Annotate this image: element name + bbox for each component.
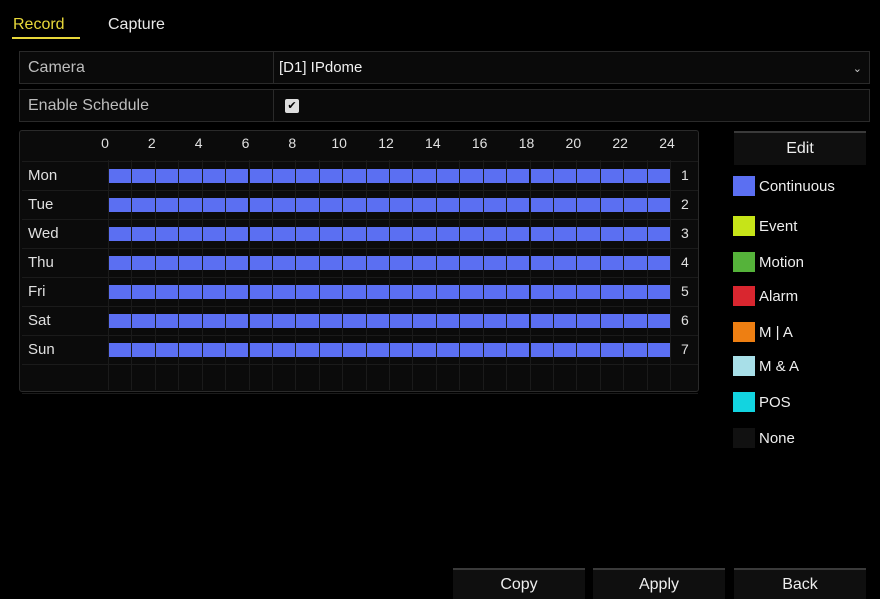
legend-label: Event (759, 217, 798, 235)
legend-item-continuous[interactable]: Continuous (733, 176, 835, 196)
legend-swatch (733, 252, 755, 272)
legend-swatch (733, 216, 755, 236)
tab-capture[interactable]: Capture (108, 16, 165, 34)
legend-swatch (733, 286, 755, 306)
back-button[interactable]: Back (734, 568, 866, 599)
camera-select[interactable]: [D1] IPdome ⌄ (279, 59, 864, 79)
legend-label: POS (759, 393, 791, 411)
edit-button[interactable]: Edit (734, 131, 866, 165)
chevron-down-icon: ⌄ (852, 63, 862, 75)
legend-swatch (733, 392, 755, 412)
legend-item-none[interactable]: None (733, 428, 795, 448)
legend-item-pos[interactable]: POS (733, 392, 791, 412)
legend-item-m-a[interactable]: M | A (733, 322, 793, 342)
legend-label: Motion (759, 253, 805, 271)
legend-item-alarm[interactable]: Alarm (733, 286, 798, 306)
legend-item-m-a[interactable]: M & A (733, 356, 799, 376)
legend-item-event[interactable]: Event (733, 216, 797, 236)
legend-item-motion[interactable]: Motion (733, 252, 804, 272)
legend-swatch (733, 356, 755, 376)
tab-record[interactable]: Record (13, 16, 65, 34)
legend-label: None (759, 429, 795, 447)
legend-label: Continuous (759, 177, 835, 195)
legend-label: Alarm (759, 287, 799, 305)
active-tab-indicator (12, 37, 80, 39)
legend-swatch (733, 322, 755, 342)
legend-label: M | A (759, 323, 793, 341)
enable-schedule-divider (273, 90, 274, 121)
grid-hline (22, 393, 698, 394)
camera-label: Camera (28, 59, 85, 76)
schedule-grid[interactable] (19, 130, 699, 392)
camera-row-divider (273, 52, 274, 83)
legend-label: M & A (759, 357, 800, 375)
copy-button[interactable]: Copy (453, 568, 585, 599)
legend-swatch (733, 428, 755, 448)
apply-button[interactable]: Apply (593, 568, 725, 599)
enable-schedule-label: Enable Schedule (28, 97, 149, 114)
legend: Continuous Event Motion Alarm M | A M & A POS N… (733, 172, 878, 452)
legend-swatch (733, 176, 755, 196)
enable-schedule-checkbox[interactable]: ✔ (285, 99, 299, 113)
camera-select-value: [D1] IPdome (279, 59, 363, 76)
